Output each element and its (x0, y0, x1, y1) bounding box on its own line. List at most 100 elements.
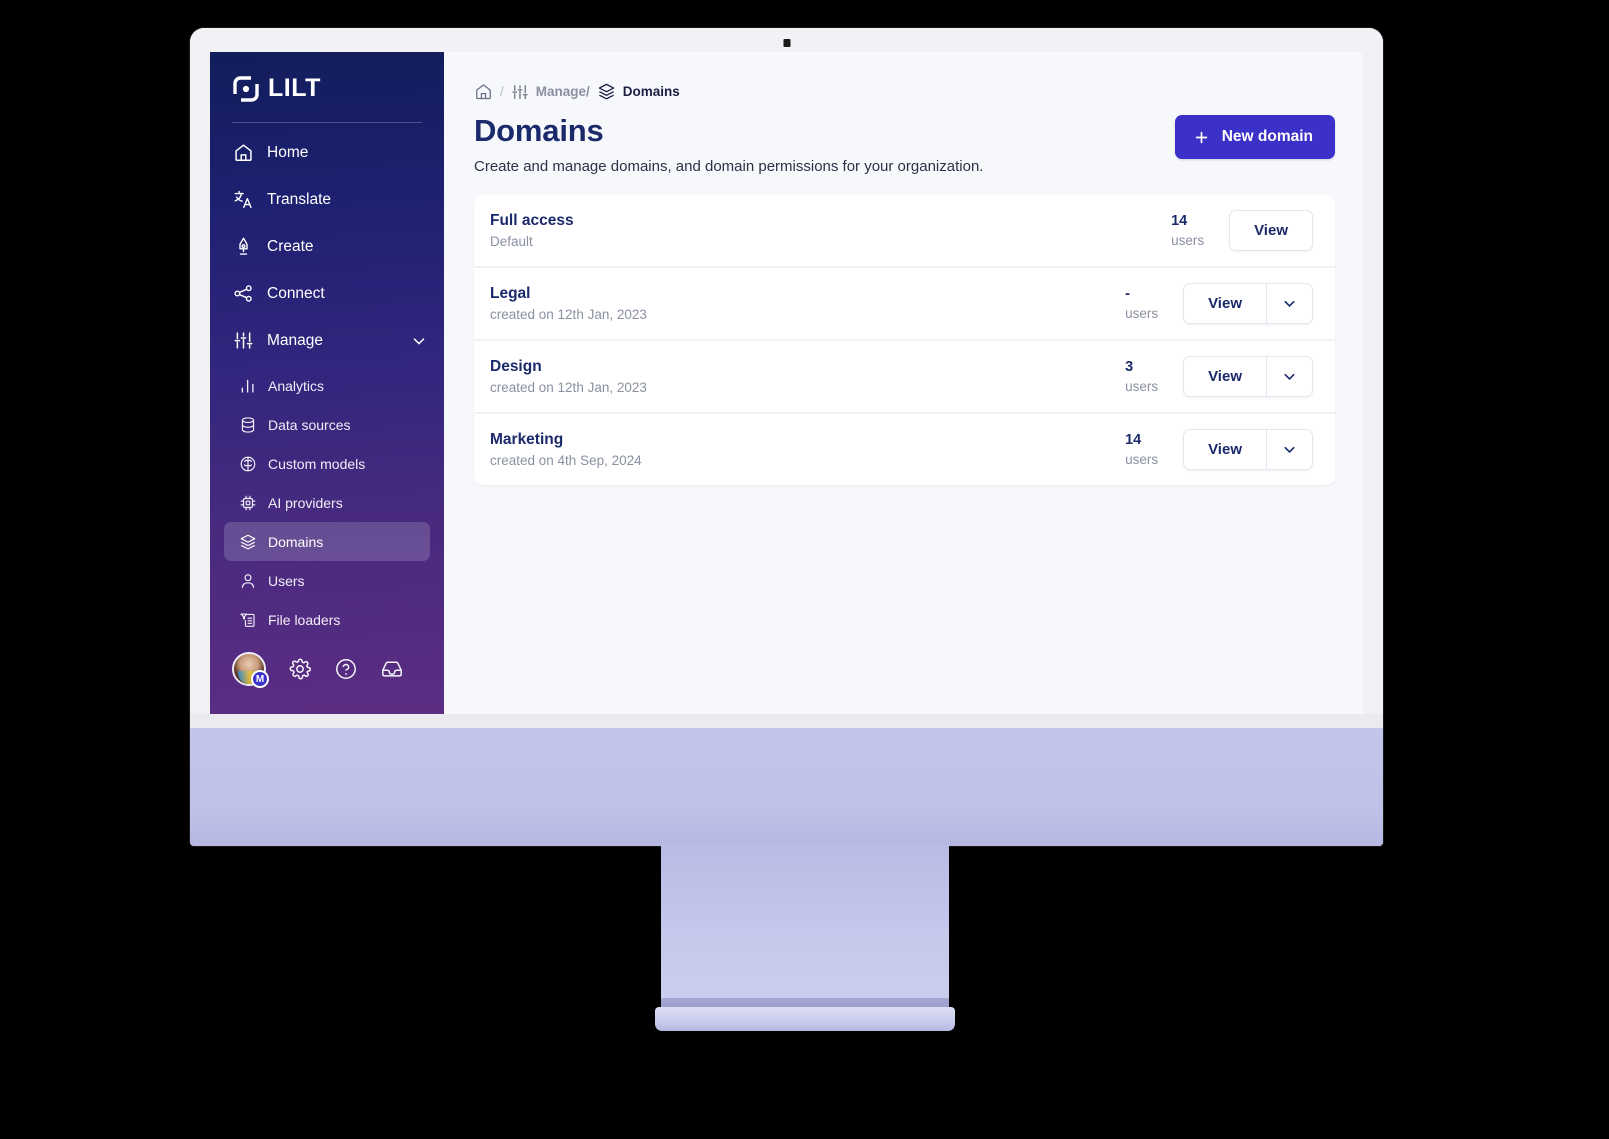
sidebar-item-manage[interactable]: Manage (210, 317, 444, 364)
breadcrumb-manage-icon[interactable] (511, 83, 529, 101)
brand-name: LILT (268, 74, 321, 102)
page-subtitle: Create and manage domains, and domain pe… (474, 157, 984, 175)
user-count-number: 3 (1125, 358, 1134, 375)
row-text: Full access Default (490, 212, 1171, 249)
brand-logo[interactable]: LILT (210, 52, 444, 103)
page-header-text: Domains Create and manage domains, and d… (474, 114, 984, 175)
sidebar-item-home[interactable]: Home (210, 129, 444, 176)
breadcrumb: / Manage/ Domains (474, 82, 1335, 101)
home-icon (232, 142, 254, 164)
view-button[interactable]: View (1184, 356, 1266, 396)
domain-meta: created on 4th Sep, 2024 (490, 452, 642, 468)
table-row[interactable]: Full access Default 14 users View (474, 194, 1335, 266)
share-nodes-icon (232, 283, 254, 305)
breadcrumb-separator: / (500, 84, 504, 99)
sidebar-item-label: AI providers (268, 494, 343, 511)
domain-name: Design (490, 357, 542, 375)
row-text: Design created on 12th Jan, 2023 (490, 358, 1125, 395)
domain-name: Legal (490, 284, 531, 302)
brain-icon (238, 454, 257, 473)
sidebar-item-label: Data sources (268, 416, 351, 433)
sliders-icon (232, 330, 254, 352)
pen-nib-icon (232, 236, 254, 258)
monitor-stand-neck (660, 845, 949, 1015)
page-header: Domains Create and manage domains, and d… (474, 114, 1335, 175)
view-button[interactable]: View (1184, 283, 1266, 323)
user-count-number: 14 (1171, 212, 1188, 229)
translate-icon (232, 189, 254, 211)
sidebar-item-domains[interactable]: Domains (224, 522, 430, 561)
user-icon (238, 571, 257, 590)
table-row[interactable]: Legal created on 12th Jan, 2023 - users … (474, 267, 1335, 339)
domain-name: Marketing (490, 430, 564, 448)
domain-meta: created on 12th Jan, 2023 (490, 379, 647, 395)
monitor-screen-bottom-edge (190, 714, 1383, 728)
row-menu-button[interactable] (1266, 283, 1312, 323)
row-menu-button[interactable] (1266, 429, 1312, 469)
gear-icon[interactable] (288, 657, 312, 681)
user-count-label: users (1125, 305, 1159, 321)
sidebar-item-ai-providers[interactable]: AI providers (224, 483, 430, 522)
user-count-number: 14 (1125, 431, 1142, 448)
lilt-logo-icon (232, 74, 260, 103)
sidebar-item-users[interactable]: Users (224, 561, 430, 600)
row-text: Marketing created on 4th Sep, 2024 (490, 431, 1125, 468)
main-content: / Manage/ Domains Domains Create and man… (444, 52, 1363, 714)
sidebar-item-label: Custom models (268, 455, 366, 472)
row-text: Legal created on 12th Jan, 2023 (490, 285, 1125, 322)
user-count-label: users (1171, 232, 1205, 248)
bar-chart-icon (238, 376, 257, 395)
new-domain-button[interactable]: New domain (1174, 115, 1335, 159)
sidebar-item-label: Create (267, 237, 314, 255)
view-button[interactable]: View (1230, 210, 1312, 250)
table-row[interactable]: Design created on 12th Jan, 2023 3 users… (474, 340, 1335, 412)
chevron-down-icon (1281, 295, 1298, 312)
sidebar-item-label: Domains (268, 533, 324, 550)
sidebar-item-label: Connect (267, 284, 325, 302)
avatar[interactable]: M (232, 652, 269, 688)
monitor-bezel-top (190, 28, 1383, 52)
row-actions: View (1183, 282, 1313, 324)
user-count: - users (1125, 286, 1177, 321)
help-circle-icon[interactable] (334, 657, 358, 681)
sidebar-item-custom-models[interactable]: Custom models (224, 444, 430, 483)
sidebar-item-connect[interactable]: Connect (210, 270, 444, 317)
sidebar-item-analytics[interactable]: Analytics (224, 366, 430, 405)
breadcrumb-home-icon[interactable] (474, 82, 493, 101)
domain-meta: Default (490, 233, 533, 249)
breadcrumb-manage-label[interactable]: Manage/ (536, 84, 590, 99)
user-count: 3 users (1125, 359, 1177, 394)
sidebar: LILT Home Translate Create Connect Manag… (210, 52, 444, 714)
domain-meta: created on 12th Jan, 2023 (490, 306, 647, 322)
avatar-badge: M (251, 670, 269, 688)
domains-list: Full access Default 14 users View Legal … (474, 194, 1335, 485)
chevron-down-icon (1281, 368, 1298, 385)
sidebar-item-data-sources[interactable]: Data sources (224, 405, 430, 444)
sidebar-item-file-loaders[interactable]: File loaders (224, 600, 430, 639)
sidebar-item-label: File loaders (268, 611, 341, 628)
sidebar-manage-submenu: Analytics Data sources Custom models AI … (210, 364, 444, 639)
sidebar-divider (232, 122, 422, 123)
chevron-down-icon (1281, 441, 1298, 458)
breadcrumb-current-icon (597, 82, 616, 101)
inbox-icon[interactable] (380, 657, 404, 681)
scene: LILT Home Translate Create Connect Manag… (0, 0, 1609, 1139)
chevron-down-icon[interactable] (410, 332, 428, 350)
sidebar-footer: M (210, 652, 444, 714)
domain-name: Full access (490, 211, 574, 229)
user-count-label: users (1125, 378, 1159, 394)
row-actions: View (1183, 428, 1313, 470)
row-menu-button[interactable] (1266, 356, 1312, 396)
view-button[interactable]: View (1184, 429, 1266, 469)
webcam-icon (783, 39, 790, 47)
user-count: 14 users (1171, 213, 1223, 248)
table-row[interactable]: Marketing created on 4th Sep, 2024 14 us… (474, 413, 1335, 485)
sidebar-item-translate[interactable]: Translate (210, 176, 444, 223)
row-actions: View (1229, 209, 1313, 251)
sidebar-primary-nav: Home Translate Create Connect Manage Ana… (210, 129, 444, 639)
sidebar-item-label: Home (267, 143, 309, 161)
database-icon (238, 415, 257, 434)
sidebar-item-label: Users (268, 572, 305, 589)
sidebar-item-create[interactable]: Create (210, 223, 444, 270)
breadcrumb-current-label: Domains (622, 84, 680, 99)
